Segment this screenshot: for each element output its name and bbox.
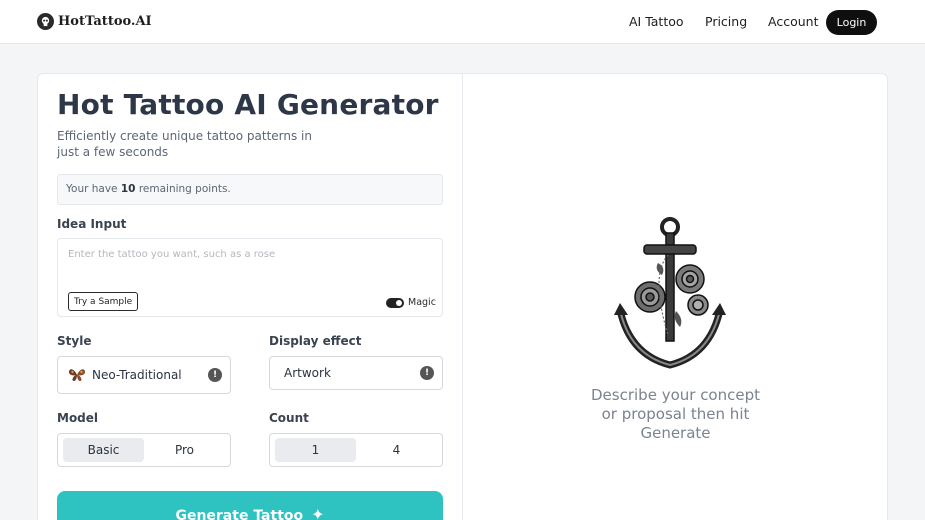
logo[interactable]: HotTattoo.AI bbox=[37, 13, 152, 30]
skull-logo-icon bbox=[37, 13, 54, 30]
try-sample-button[interactable]: Try a Sample bbox=[68, 292, 139, 311]
count-selector: 1 4 bbox=[269, 433, 443, 467]
model-selector: Basic Pro bbox=[57, 433, 231, 467]
login-button[interactable]: Login bbox=[826, 10, 877, 35]
preview-description: Describe your concept or proposal then h… bbox=[591, 386, 760, 442]
nav-ai-tattoo[interactable]: AI Tattoo bbox=[629, 14, 684, 29]
nav-pricing[interactable]: Pricing bbox=[705, 14, 747, 29]
page-title: Hot Tattoo AI Generator bbox=[57, 88, 439, 121]
model-option-basic[interactable]: Basic bbox=[63, 438, 144, 462]
magic-label: Magic bbox=[408, 297, 436, 308]
count-label: Count bbox=[269, 411, 309, 425]
top-navbar: HotTattoo.AI AI Tattoo Pricing Account L… bbox=[0, 0, 925, 44]
count-option-4[interactable]: 4 bbox=[356, 438, 437, 462]
panel-divider bbox=[462, 74, 463, 520]
model-option-pro[interactable]: Pro bbox=[144, 438, 225, 462]
generate-tattoo-button[interactable]: Generate Tattoo ✦ bbox=[57, 491, 443, 520]
display-effect-value: Artwork bbox=[284, 366, 331, 380]
points-prefix: Your have bbox=[66, 183, 118, 195]
display-info-icon[interactable]: ! bbox=[420, 366, 434, 380]
nav-account[interactable]: Account bbox=[768, 14, 818, 29]
count-option-1[interactable]: 1 bbox=[275, 438, 356, 462]
magic-toggle[interactable] bbox=[386, 298, 404, 308]
display-effect-label: Display effect bbox=[269, 334, 362, 348]
model-label: Model bbox=[57, 411, 99, 425]
page-subtitle: Efficiently create unique tattoo pattern… bbox=[57, 129, 312, 159]
generate-label: Generate Tattoo bbox=[175, 508, 304, 520]
display-effect-select[interactable]: Artwork ! bbox=[269, 356, 443, 390]
logo-text: HotTattoo.AI bbox=[58, 14, 152, 29]
style-info-icon[interactable]: ! bbox=[208, 368, 222, 382]
anchor-tattoo-image bbox=[610, 215, 730, 374]
butterfly-icon bbox=[68, 367, 86, 387]
idea-input-box: Try a Sample Magic bbox=[57, 238, 443, 317]
sparkle-icon: ✦ bbox=[311, 505, 325, 520]
style-label: Style bbox=[57, 334, 92, 348]
idea-input-label: Idea Input bbox=[57, 217, 127, 231]
points-count: 10 bbox=[120, 183, 136, 195]
points-banner: Your have 10 remaining points. bbox=[57, 174, 443, 205]
style-value: Neo-Traditional bbox=[92, 368, 182, 382]
magic-toggle-knob bbox=[396, 300, 402, 306]
style-select[interactable]: Neo-Traditional ! bbox=[57, 356, 231, 394]
points-suffix: remaining points. bbox=[138, 183, 231, 195]
idea-input[interactable] bbox=[68, 249, 428, 260]
